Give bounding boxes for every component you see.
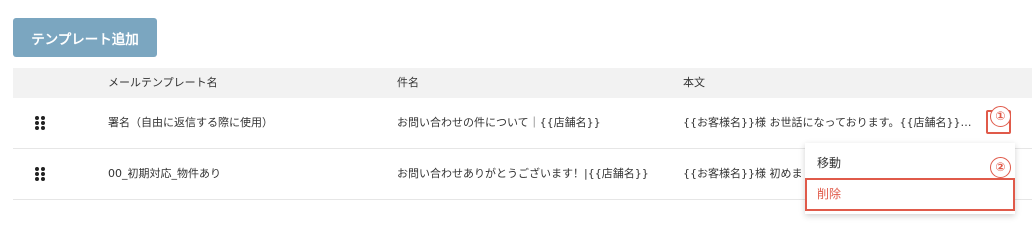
table-row[interactable]: 署名（自由に返信する際に使用） お問い合わせの件について｜{{店舗名}} {{お…	[13, 98, 1032, 149]
subject-cell: お問い合わせの件について｜{{店舗名}}	[397, 116, 601, 129]
row-actions-menu: 移動 削除	[805, 143, 1015, 214]
column-header-template-name: メールテンプレート名	[108, 76, 218, 89]
drag-handle-icon[interactable]	[35, 116, 45, 130]
template-name-cell: 署名（自由に返信する際に使用）	[108, 116, 273, 129]
add-template-button[interactable]: テンプレート追加	[13, 18, 157, 57]
step-2-marker: ②	[990, 157, 1011, 178]
template-name-cell: 00_初期対応_物件あり	[108, 167, 221, 180]
column-header-body: 本文	[683, 76, 705, 89]
drag-handle-icon[interactable]	[35, 167, 45, 181]
step-1-marker: ①	[990, 106, 1011, 127]
table-header: メールテンプレート名 件名 本文	[13, 68, 1032, 98]
body-cell: {{お客様名}}様 お世話になっております。{{店舗名}}…	[683, 116, 972, 129]
column-header-subject: 件名	[397, 76, 419, 89]
subject-cell: お問い合わせありがとうございます！|{{店舗名}}	[397, 167, 649, 180]
body-cell: {{お客様名}}様 初めまして	[683, 167, 803, 180]
menu-item-move[interactable]: 移動	[805, 147, 1015, 180]
menu-item-delete[interactable]: 削除	[805, 178, 1015, 211]
